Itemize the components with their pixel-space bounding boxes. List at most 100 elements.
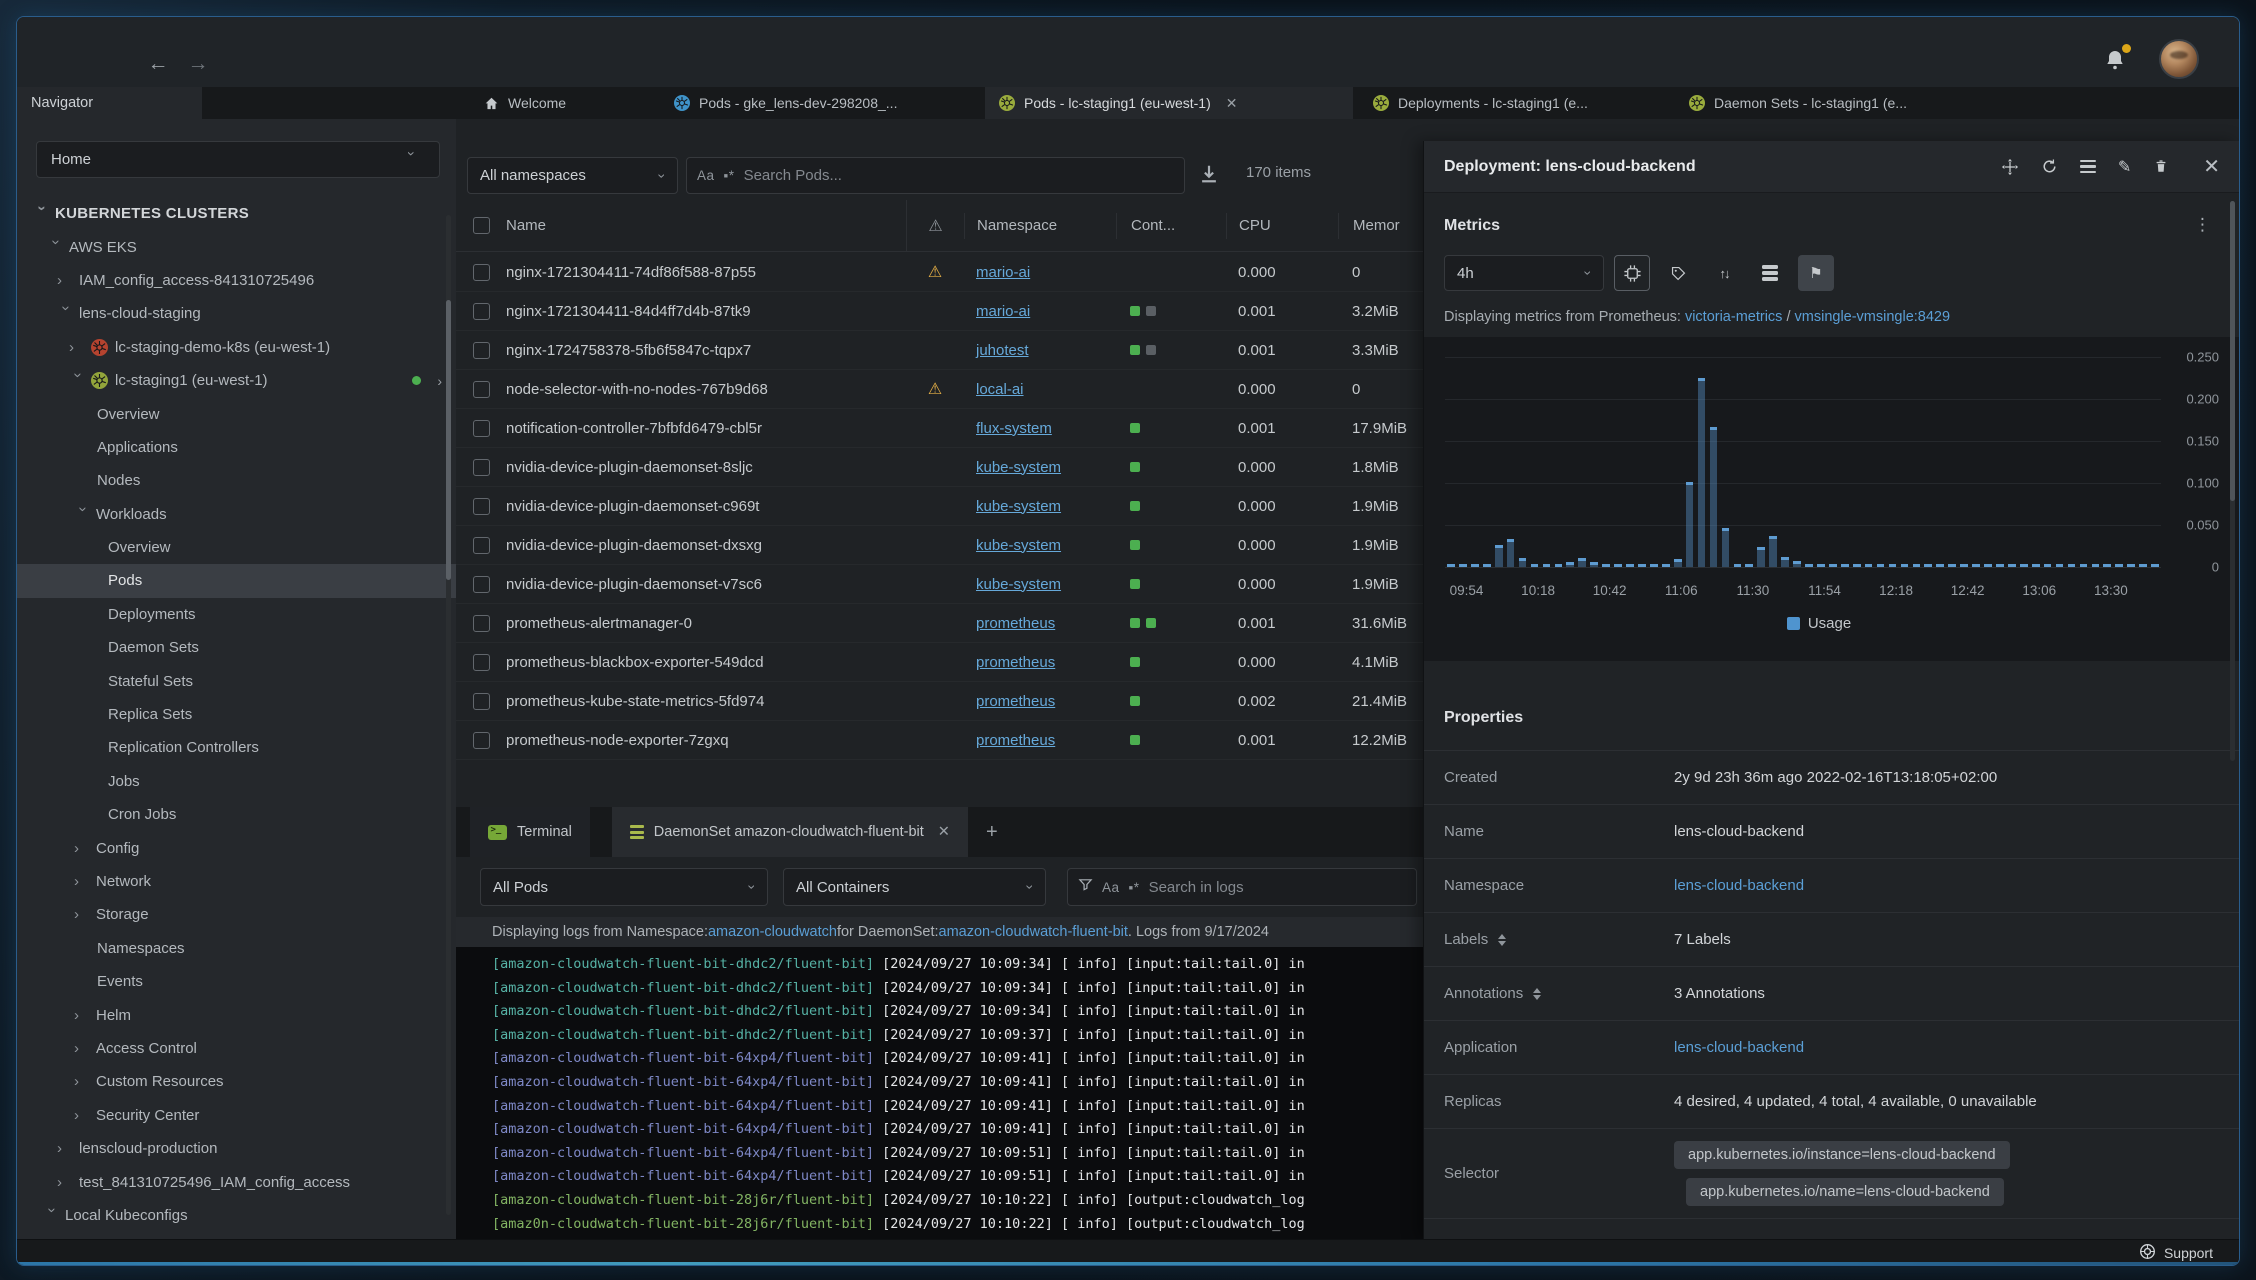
chart-bar[interactable] [1817, 564, 1825, 567]
pod-row[interactable]: nginx-1724758378-5fb6f5847c-tqpx7 juhotes… [456, 331, 1423, 370]
chevron-right-icon[interactable]: › [74, 1073, 96, 1090]
sidebar-item-lenscloud-production[interactable]: › lenscloud-production [17, 1132, 456, 1165]
panel-scrollbar[interactable] [2230, 201, 2235, 761]
sidebar-item-events[interactable]: Events [17, 965, 456, 998]
sidebar-item-pods[interactable]: Pods [17, 564, 456, 598]
selector-badge[interactable]: app.kubernetes.io/name=lens-cloud-backen… [1686, 1178, 2004, 1206]
pod-row[interactable]: notification-controller-7bfbfd6479-cbl5r… [456, 409, 1423, 448]
sidebar-item-replica-sets[interactable]: Replica Sets [17, 698, 456, 731]
tab-navigator[interactable]: Navigator [17, 87, 202, 119]
warning-column-icon[interactable]: ⚠ [928, 216, 942, 236]
tab-pods-lc-staging1-eu-west-1-[interactable]: Pods - lc-staging1 (eu-west-1) ✕ [985, 87, 1353, 119]
pods-search-input[interactable] [743, 167, 1174, 184]
chart-bar[interactable] [1650, 564, 1658, 567]
column-containers[interactable]: Cont... [1116, 212, 1226, 239]
chevron-right-icon[interactable]: › [74, 1040, 96, 1057]
sidebar-item-nodes[interactable]: Nodes [17, 464, 456, 497]
close-icon[interactable]: ✕ [938, 824, 950, 840]
close-panel-icon[interactable]: ✕ [2203, 154, 2220, 179]
sidebar-item-stateful-sets[interactable]: Stateful Sets [17, 664, 456, 697]
chart-legend[interactable]: Usage [1424, 615, 2214, 632]
chart-bar[interactable] [1852, 564, 1861, 567]
chart-bar[interactable] [1924, 564, 1933, 567]
chart-bar[interactable] [1864, 564, 1873, 567]
chevron-down-icon[interactable]: › [57, 306, 74, 328]
daemonset-link[interactable]: amazon-cloudwatch-fluent-bit [939, 924, 1128, 940]
sidebar-item-cron-jobs[interactable]: Cron Jobs [17, 798, 456, 831]
catalog-selector[interactable]: Home › [36, 141, 440, 178]
row-checkbox[interactable] [472, 263, 490, 281]
chart-bar[interactable] [1972, 564, 1980, 567]
sidebar-item-replication-controllers[interactable]: Replication Controllers [17, 731, 456, 764]
tab-deployments-lc-staging1-e-[interactable]: Deployments - lc-staging1 (e... [1359, 87, 1667, 119]
row-checkbox[interactable] [472, 302, 490, 320]
sidebar-item-workloads[interactable]: › Workloads [17, 498, 456, 531]
sidebar-item-deployments[interactable]: Deployments [17, 598, 456, 631]
row-checkbox[interactable] [472, 731, 490, 749]
pod-row[interactable]: nvidia-device-plugin-daemonset-8sljc kube… [456, 448, 1423, 487]
chart-bar[interactable] [1673, 559, 1682, 567]
pod-row[interactable]: nvidia-device-plugin-daemonset-dxsxg kube… [456, 526, 1423, 565]
back-arrow-icon[interactable]: ← [145, 51, 171, 77]
sidebar-scrollbar[interactable] [446, 215, 451, 1215]
namespace-link[interactable]: mario-ai [976, 264, 1030, 281]
flag-button[interactable]: ⚑ [1798, 255, 1834, 291]
chart-bar[interactable] [1876, 564, 1885, 567]
chevron-right-icon[interactable]: › [74, 1007, 96, 1024]
close-icon[interactable]: ✕ [1226, 95, 1238, 112]
chart-bar[interactable] [1590, 561, 1598, 567]
sidebar-item-lens-cloud-staging[interactable]: › lens-cloud-staging [17, 297, 456, 330]
chevron-right-icon[interactable]: › [57, 1140, 79, 1157]
chart-bar[interactable] [1447, 564, 1455, 567]
namespace-link[interactable]: prometheus [976, 693, 1055, 710]
tag-icon-button[interactable] [1660, 255, 1696, 291]
chart-bar[interactable] [2079, 564, 2088, 567]
chart-bar[interactable] [2151, 564, 2159, 567]
row-checkbox[interactable] [472, 614, 490, 632]
chart-bar[interactable] [1912, 564, 1921, 567]
chart-bar[interactable] [1996, 564, 2004, 567]
chart-bar[interactable] [2067, 564, 2076, 567]
sidebar-item-kubernetes-clusters[interactable]: › KUBERNETES CLUSTERS [17, 197, 456, 230]
row-checkbox[interactable] [472, 458, 490, 476]
chart-bar[interactable] [1518, 558, 1527, 567]
dock-tab-terminal[interactable]: Terminal [470, 807, 590, 857]
download-icon[interactable] [1198, 163, 1220, 185]
chart-bar[interactable] [1733, 564, 1742, 567]
chart-bar[interactable] [1745, 564, 1754, 567]
cpu-metric-button[interactable] [1614, 255, 1650, 291]
chevron-right-icon[interactable]: › [437, 373, 442, 389]
chart-bar[interactable] [1757, 547, 1766, 567]
pod-row[interactable]: prometheus-node-exporter-7zgxq prometheus… [456, 721, 1423, 760]
chart-bar[interactable] [1578, 558, 1587, 567]
tab-pods-gke-lens-dev-298208-[interactable]: Pods - gke_lens-dev-298208_... [660, 87, 975, 119]
sidebar-item-applications[interactable]: Applications [17, 431, 456, 464]
chart-bar[interactable] [1984, 564, 1992, 567]
pod-row[interactable]: prometheus-blackbox-exporter-549dcd prome… [456, 643, 1423, 682]
chart-bar[interactable] [2031, 564, 2040, 567]
stacked-rows-button[interactable] [1752, 255, 1788, 291]
chevron-down-icon[interactable]: › [33, 206, 50, 228]
match-case-icon[interactable]: Aa [697, 168, 715, 183]
row-checkbox[interactable] [472, 380, 490, 398]
pod-row[interactable]: prometheus-alertmanager-0 prometheus 0.001… [456, 604, 1423, 643]
chart-plot-area[interactable] [1445, 357, 2161, 568]
metrics-kebab-menu-icon[interactable]: ⋮ [2194, 215, 2211, 235]
chart-bar[interactable] [1602, 564, 1610, 567]
chart-bar[interactable] [2055, 564, 2064, 567]
chart-bar[interactable] [1494, 544, 1503, 567]
pod-row[interactable]: nginx-1721304411-84d4ff7d4b-87tk9 mario-a… [456, 292, 1423, 331]
prometheus-service-link[interactable]: vmsingle-vmsingle:8429 [1795, 309, 1951, 325]
pod-row[interactable]: nvidia-device-plugin-daemonset-c969t kube… [456, 487, 1423, 526]
sort-arrows-button[interactable]: ↑↓ [1706, 255, 1742, 291]
chart-bar[interactable] [2103, 564, 2112, 567]
chart-bar[interactable] [1459, 564, 1467, 567]
namespace-filter-select[interactable]: All namespaces › [467, 157, 678, 194]
chart-bar[interactable] [1721, 528, 1730, 567]
namespace-link[interactable]: local-ai [976, 381, 1024, 398]
namespace-link[interactable]: prometheus [976, 615, 1055, 632]
namespace-link[interactable]: kube-system [976, 498, 1061, 515]
new-dock-tab-button[interactable]: + [986, 821, 998, 844]
chart-bar[interactable] [1542, 564, 1551, 567]
chevron-right-icon[interactable]: › [74, 873, 96, 890]
